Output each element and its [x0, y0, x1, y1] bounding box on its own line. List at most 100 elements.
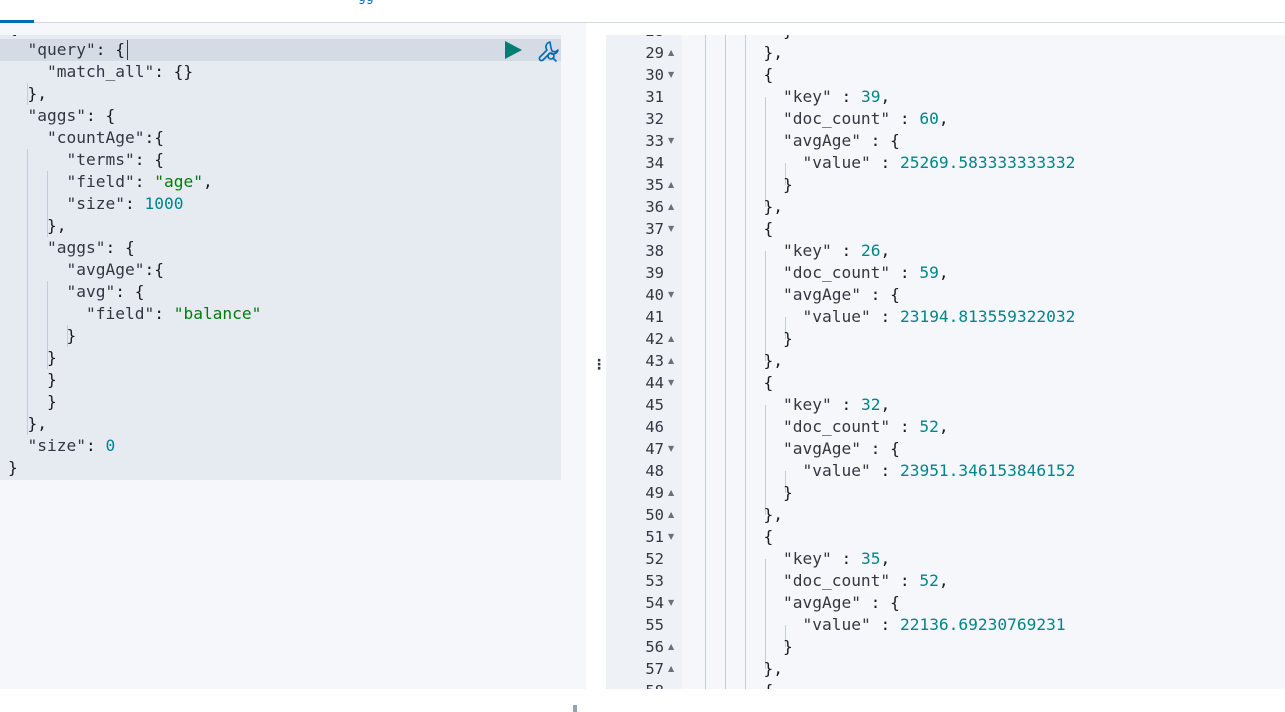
json-punctuation: :	[85, 436, 106, 455]
code-line: "terms": {	[8, 149, 163, 171]
json-key: "query"	[27, 40, 96, 59]
json-number: 52	[919, 417, 939, 436]
fold-collapse-icon[interactable]: ▲	[668, 328, 680, 350]
code-line: "field": "balance"	[8, 303, 261, 325]
code-line: "key" : 32,	[705, 394, 890, 416]
pane-resize-handle[interactable]: ⋮	[592, 354, 606, 376]
run-request-button[interactable]	[502, 39, 524, 61]
code-line: }	[705, 636, 793, 658]
line-number: 28	[606, 35, 664, 42]
response-pane[interactable]: 2829▲30▼313233▼3435▲36▲37▼383940▼4142▲43…	[606, 35, 1285, 689]
fold-collapse-icon[interactable]: ▲	[668, 196, 680, 218]
code-line: },	[8, 413, 48, 435]
fold-expanded-icon[interactable]: ▼	[668, 592, 680, 614]
fold-expanded-icon[interactable]: ▼	[668, 130, 680, 152]
code-line: "avgAge" : {	[705, 438, 900, 460]
request-pane: { "query": { "match_all": {} }, "aggs": …	[0, 23, 586, 712]
fold-expanded-icon[interactable]: ▼	[668, 372, 680, 394]
json-key: "doc_count"	[782, 263, 891, 282]
json-punctuation: ,	[880, 395, 891, 414]
fold-collapse-icon[interactable]: ▲	[668, 42, 680, 64]
request-editor[interactable]: { "query": { "match_all": {} }, "aggs": …	[0, 35, 561, 480]
text-cursor	[127, 40, 128, 60]
fold-expanded-icon[interactable]: ▼	[668, 218, 680, 240]
code-line: {	[705, 526, 773, 548]
line-number: 35	[645, 176, 664, 194]
json-number: 26	[860, 241, 881, 260]
code-line: "key" : 35,	[705, 548, 890, 570]
json-punctuation: : {	[95, 40, 125, 59]
json-punctuation: }	[46, 370, 57, 389]
json-key: "value"	[802, 461, 871, 480]
json-punctuation: },	[705, 43, 783, 62]
json-number: 52	[919, 571, 939, 590]
line-number: 49	[645, 484, 664, 502]
line-number: 48	[645, 462, 664, 480]
code-line: },	[705, 196, 783, 218]
code-line: "aggs": {	[8, 105, 116, 127]
json-number: 59	[919, 263, 939, 282]
json-punctuation: : {	[860, 285, 900, 304]
code-line: },	[8, 215, 67, 237]
fold-collapse-icon[interactable]: ▲	[668, 504, 680, 526]
fold-collapse-icon[interactable]: ▲	[668, 350, 680, 372]
request-settings-button[interactable]	[536, 39, 560, 63]
fold-expanded-icon[interactable]: ▼	[668, 526, 680, 548]
code-line: "avgAge":{	[8, 259, 164, 281]
code-line: "size": 1000	[8, 193, 183, 215]
code-line: "key" : 39,	[705, 86, 890, 108]
json-punctuation: ,	[938, 571, 949, 590]
json-punctuation: :	[890, 263, 920, 282]
json-punctuation: : {	[860, 439, 900, 458]
json-number: 1000	[144, 194, 184, 213]
fold-expanded-icon[interactable]: ▼	[668, 284, 680, 306]
code-line: }	[8, 325, 76, 347]
json-key: "match_all"	[46, 62, 155, 81]
code-line: "value" : 22136.69230769231	[705, 614, 1065, 636]
json-key: "key"	[782, 395, 832, 414]
line-number: 53	[645, 572, 664, 590]
code-line: "doc_count" : 60,	[705, 108, 949, 130]
code-line: },	[705, 658, 783, 680]
code-line: },	[705, 350, 783, 372]
json-punctuation: {	[705, 373, 774, 392]
line-number: 42	[645, 330, 664, 348]
json-key: "field"	[66, 172, 135, 191]
line-number: 38	[645, 242, 664, 260]
fold-collapse-icon[interactable]: ▲	[668, 482, 680, 504]
code-line: "value" : 23951.346153846152	[705, 460, 1075, 482]
json-punctuation: ,	[938, 263, 949, 282]
fold-collapse-icon[interactable]: ▲	[668, 658, 680, 680]
tab-partial-label[interactable]: gg	[358, 0, 374, 5]
code-line: "countAge":{	[8, 127, 164, 149]
json-key: "terms"	[66, 150, 135, 169]
json-punctuation: :	[831, 241, 861, 260]
json-key: "countAge"	[46, 128, 145, 147]
json-punctuation: :	[890, 571, 920, 590]
wrench-icon	[538, 41, 559, 62]
json-punctuation: :{	[144, 260, 164, 279]
json-punctuation: {	[705, 65, 774, 84]
fold-expanded-icon[interactable]: ▼	[668, 438, 680, 460]
fold-expanded-icon[interactable]: ▼	[668, 64, 680, 86]
json-punctuation: :	[870, 307, 900, 326]
fold-collapse-icon[interactable]: ▲	[668, 174, 680, 196]
json-key: "avgAge"	[782, 593, 861, 612]
json-punctuation: },	[46, 216, 67, 235]
scrollbar-thumb[interactable]	[573, 705, 577, 712]
fold-collapse-icon[interactable]: ▲	[668, 636, 680, 658]
json-punctuation: : {	[860, 131, 900, 150]
json-number: 23951.346153846152	[899, 461, 1076, 480]
json-punctuation: }	[46, 392, 57, 411]
